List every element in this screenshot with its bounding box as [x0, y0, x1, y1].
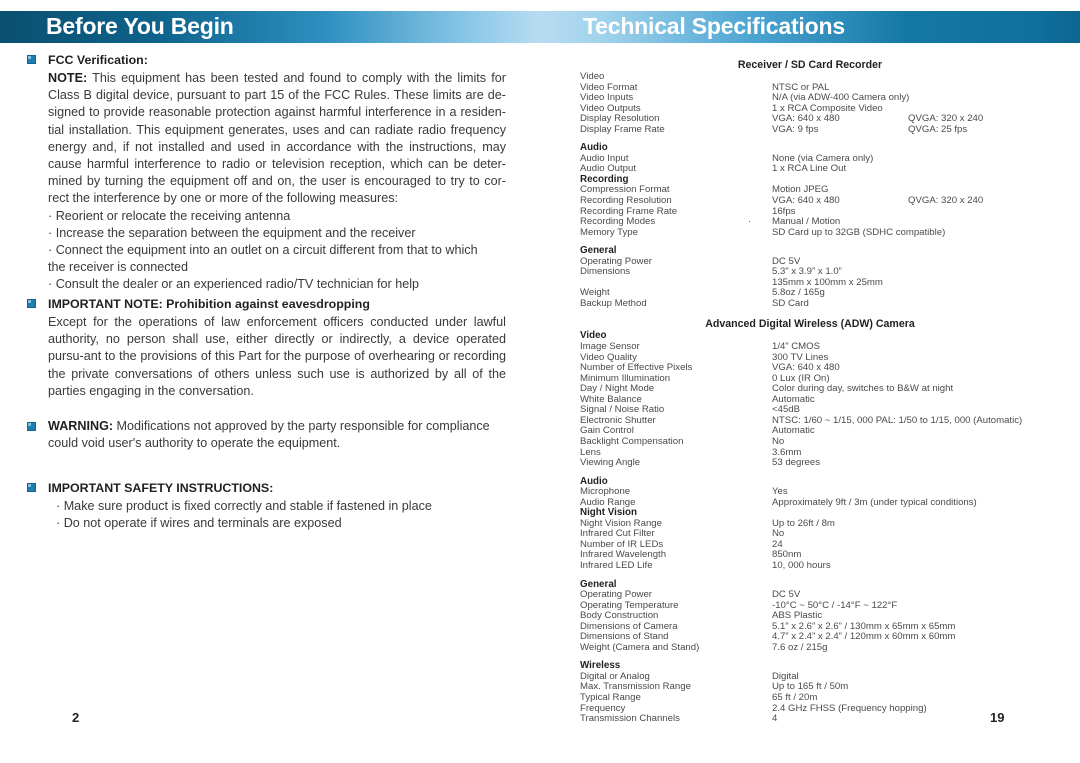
- bullet-square-icon: [27, 55, 36, 64]
- spec-row: Image Sensor 1/4” CMOS: [540, 341, 1080, 353]
- eavesdropping-body: Except for the operations of law enforce…: [48, 315, 506, 398]
- spec-value: 1 x RCA Line Out: [772, 163, 847, 175]
- spec-label: Display Frame Rate: [580, 123, 665, 135]
- spec-value: 65 ft / 20m: [772, 691, 818, 703]
- document-page: Before You Begin Technical Specification…: [0, 0, 1080, 763]
- spec-label: Viewing Angle: [580, 457, 641, 469]
- section-warning: WARNING: Modifications not approved by t…: [26, 418, 506, 452]
- spec-row-spacer: [540, 469, 1080, 477]
- spec-label: Weight (Camera and Stand): [580, 641, 700, 653]
- page-number-right: 19: [990, 710, 1005, 725]
- spec-table-camera-title: Advanced Digital Wireless (ADW) Camera: [705, 318, 915, 331]
- fcc-measure-2: · Increase the separation between the eq…: [48, 225, 416, 240]
- spec-value: 53 degrees: [772, 457, 821, 469]
- fcc-measure-4: · Consult the dealer or an experienced r…: [48, 277, 420, 292]
- spec-table-receiver-title: Receiver / SD Card Recorder: [737, 59, 883, 71]
- spec-value: Approximately 9ft / 3m (under typical co…: [772, 496, 977, 508]
- spec-label: Backup Method: [580, 297, 647, 309]
- warning-row: WARNING: Modifications not approved by t…: [26, 418, 506, 452]
- spec-section-header: Video: [540, 71, 1080, 83]
- spec-label: Memory Type: [580, 226, 638, 238]
- section-safety-instructions: IMPORTANT SAFETY INSTRUCTIONS: · Make su…: [26, 479, 506, 532]
- right-page-title: Technical Specifications: [583, 13, 845, 39]
- spec-value: VGA: 640 x 480: [772, 195, 840, 207]
- fcc-note-paragraph: NOTE: This equipment has been tested and…: [48, 70, 506, 208]
- warning-paragraph: WARNING: Modifications not approved by t…: [48, 418, 506, 452]
- section-fcc-verification: FCC Verification: NOTE: This equipment h…: [26, 51, 506, 294]
- spec-value: 1/4” CMOS: [772, 341, 820, 353]
- spec-value: 10, 000 hours: [772, 559, 831, 571]
- spec-table-camera: Advanced Digital Wireless (ADW) Camera V…: [540, 318, 1080, 724]
- section-eavesdropping: IMPORTANT NOTE: Prohibition against eave…: [26, 295, 506, 400]
- safety-bullet-2: · Do not operate if wires and terminals …: [56, 516, 342, 531]
- spec-label: Image Sensor: [580, 341, 640, 353]
- spec-table-camera-rows: Video Image Sensor 1/4” CMOS Video Quality 3…: [540, 331, 1080, 724]
- spec-value-secondary: QVGA: 25 fps: [908, 123, 968, 135]
- spec-row: Display Frame Rate VGA: 9 fps QVGA: 25 fps: [540, 123, 1080, 136]
- fcc-measure-3: · Connect the equipment into an outlet o…: [48, 243, 478, 258]
- spec-row: Memory Type SD Card up to 32GB (SDHC comp…: [540, 226, 1080, 239]
- spec-label: Transmission Channels: [580, 713, 680, 725]
- safety-heading-row: IMPORTANT SAFETY INSTRUCTIONS:: [26, 479, 506, 497]
- spec-section-label: Video: [580, 71, 605, 82]
- spec-label: Backlight Compensation: [580, 435, 684, 447]
- bullet-square-icon: [27, 483, 36, 492]
- spec-label: Dimensions: [580, 266, 631, 278]
- spec-label: Infrared LED Life: [580, 559, 653, 571]
- spec-row: Viewing Angle 53 degrees: [540, 457, 1080, 469]
- eavesdropping-heading: IMPORTANT NOTE: Prohibition against eave…: [48, 297, 370, 311]
- spec-table-receiver-rows: Video Video Format NTSC or PAL Video Inputs…: [540, 71, 1080, 310]
- left-page-content: FCC Verification: NOTE: This equipment h…: [0, 43, 540, 763]
- fcc-measure-3-cont: the receiver is connected: [48, 260, 189, 275]
- spec-row: Infrared LED Life 10, 000 hours: [540, 559, 1080, 572]
- spec-label: Typical Range: [580, 691, 641, 703]
- spec-row-spacer: [540, 135, 1080, 143]
- spec-row: Backlight Compensation No: [540, 435, 1080, 448]
- fcc-note-lead: NOTE:: [48, 71, 88, 85]
- spec-value: 2.4 GHz FHSS (Frequency hopping): [772, 702, 927, 714]
- bullet-square-icon: [27, 422, 36, 431]
- spec-row: Recording Resolution VGA: 640 x 480 QVGA: …: [540, 195, 1080, 207]
- spec-value-secondary: QVGA: 320 x 240: [908, 195, 984, 207]
- spec-row-spacer: [540, 238, 1080, 246]
- eavesdropping-heading-row: IMPORTANT NOTE: Prohibition against eave…: [26, 295, 506, 313]
- spec-row: Typical Range 65 ft / 20m: [540, 691, 1080, 704]
- spec-row: Backup Method SD Card: [540, 297, 1080, 310]
- fcc-heading: FCC Verification:: [48, 53, 148, 67]
- spec-row-spacer: [540, 653, 1080, 661]
- spec-stray-dot: ·: [748, 216, 752, 228]
- spec-table-spacer: [540, 309, 1080, 318]
- fcc-measure-1: · Reorient or relocate the receiving ant…: [48, 208, 291, 223]
- warning-lead: WARNING:: [48, 419, 114, 433]
- safety-heading: IMPORTANT SAFETY INSTRUCTIONS:: [48, 481, 274, 495]
- spec-value: SD Card up to 32GB (SDHC compatible): [772, 226, 946, 238]
- left-page-title: Before You Begin: [46, 13, 234, 39]
- spec-tables-container: Receiver / SD Card Recorder Video Video F…: [540, 59, 1080, 725]
- spec-row-spacer: [540, 572, 1080, 580]
- spec-value: No: [772, 435, 785, 447]
- safety-bullet-1: · Make sure product is fixed correctly a…: [56, 499, 432, 513]
- right-page-content: Receiver / SD Card Recorder Video Video F…: [540, 43, 1080, 763]
- page-number-left: 2: [72, 710, 80, 725]
- fcc-heading-row: FCC Verification:: [26, 51, 506, 69]
- spec-value: VGA: 9 fps: [772, 123, 819, 135]
- spec-value: 7.6 oz / 215g: [772, 641, 828, 653]
- bullet-square-icon: [27, 299, 36, 308]
- spec-row: Weight (Camera and Stand) 7.6 oz / 215g: [540, 641, 1080, 654]
- spec-value: 4: [772, 713, 778, 725]
- fcc-note-body: This equipment has been tested and found…: [48, 71, 506, 206]
- warning-body: Modifications not approved by the party …: [48, 419, 490, 451]
- spec-label: Recording Resolution: [580, 195, 672, 207]
- spec-table-receiver: Receiver / SD Card Recorder Video Video F…: [540, 59, 1080, 309]
- spec-value: SD Card: [772, 297, 809, 309]
